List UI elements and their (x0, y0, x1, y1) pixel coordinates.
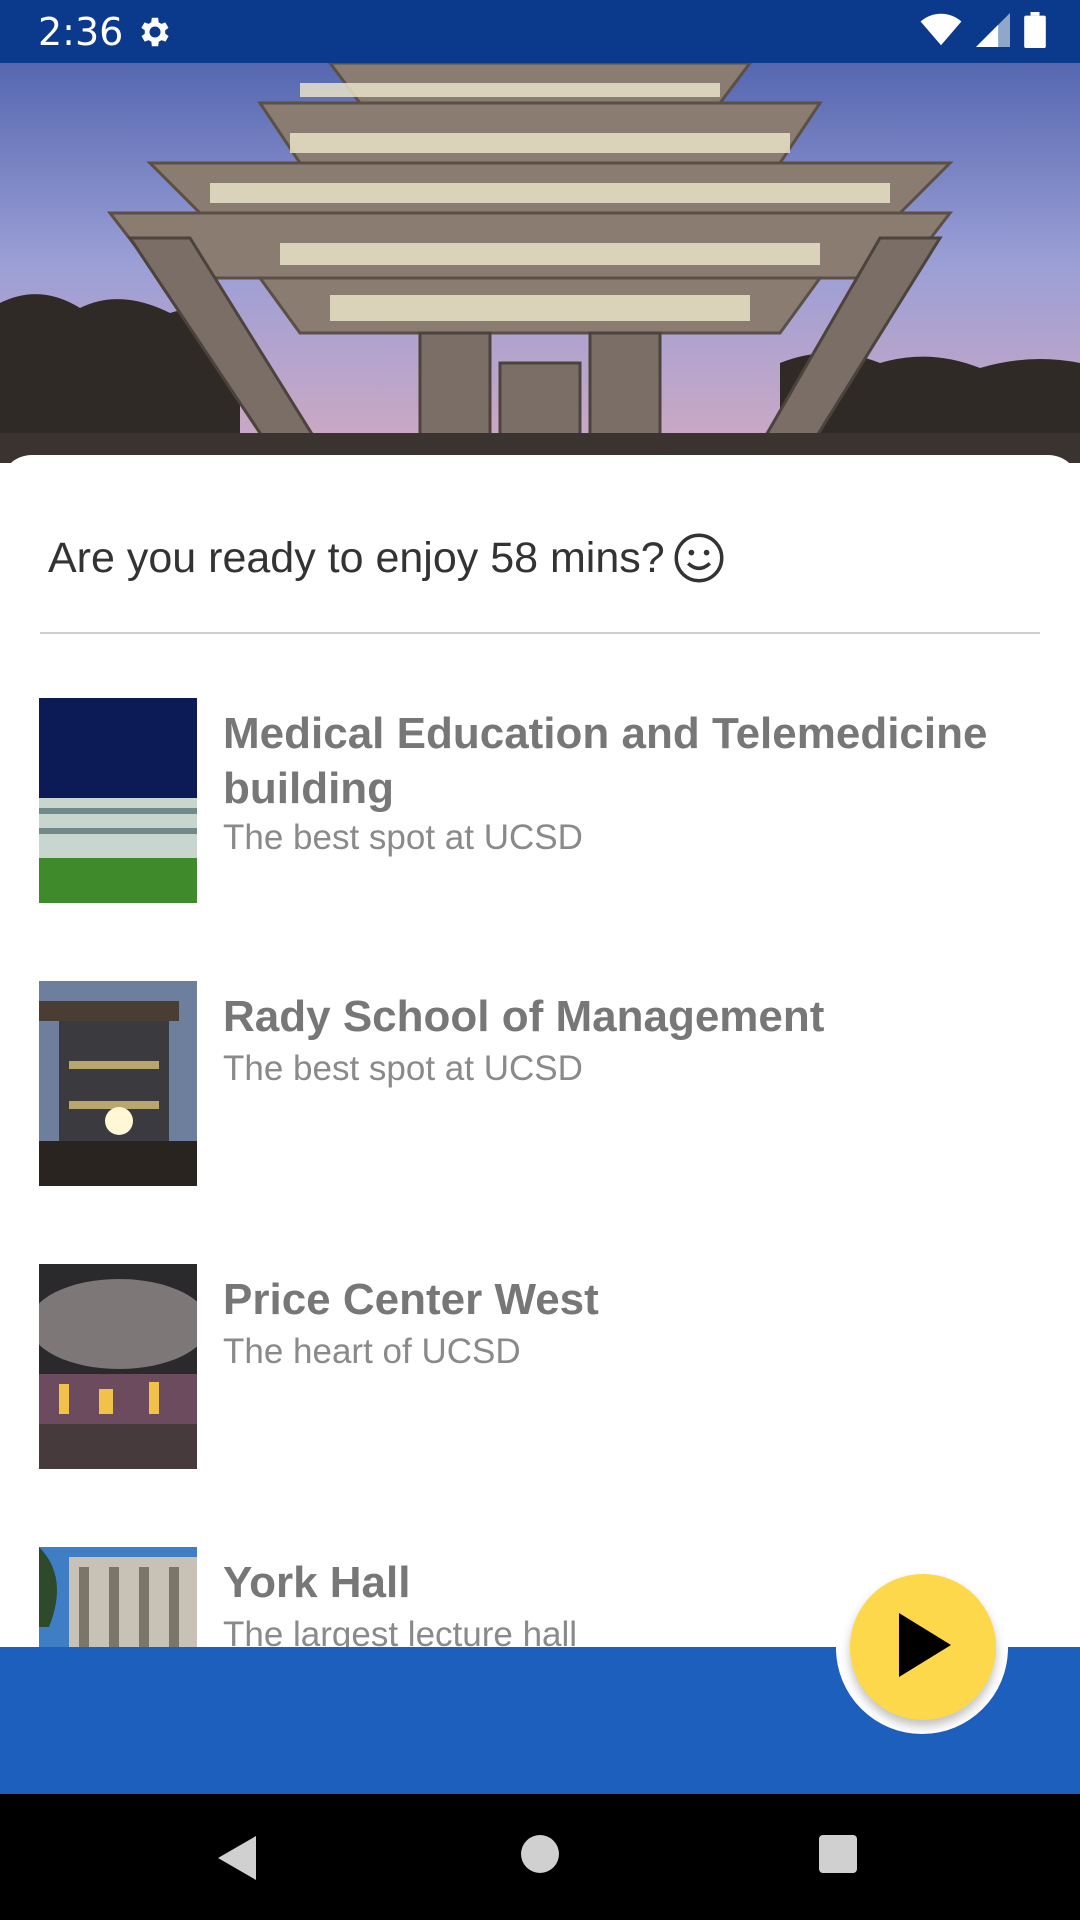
smiley-icon (673, 532, 725, 584)
play-icon (895, 1612, 951, 1682)
play-button[interactable] (850, 1574, 996, 1720)
recents-icon[interactable] (818, 1834, 858, 1879)
divider (40, 632, 1040, 634)
list-item[interactable]: Rady School of Management The best spot … (0, 981, 1080, 1191)
hero-image (0, 63, 1080, 463)
gear-icon (136, 13, 174, 51)
prompt-text: Are you ready to enjoy 58 mins? (48, 533, 665, 582)
place-title: Price Center West (223, 1275, 599, 1324)
status-bar: 2:36 (0, 0, 1080, 63)
medical-education-thumbnail (39, 698, 197, 903)
wifi-icon (920, 13, 962, 52)
back-icon[interactable] (216, 1834, 260, 1887)
place-title: Rady School of Management (223, 992, 825, 1041)
price-center-thumbnail (39, 1264, 197, 1469)
prompt-row: Are you ready to enjoy 58 mins? (48, 532, 725, 584)
place-subtitle: The best spot at UCSD (223, 1049, 583, 1088)
list-item[interactable]: Medical Education and Telemedicine build… (0, 698, 1080, 908)
battery-icon (1024, 12, 1046, 53)
place-subtitle: The heart of UCSD (223, 1332, 521, 1371)
navigation-bar (0, 1794, 1080, 1920)
list-item[interactable]: Price Center West The heart of UCSD (0, 1264, 1080, 1474)
place-title: Medical Education and Telemedicine build… (223, 709, 988, 813)
places-list: Medical Education and Telemedicine build… (0, 698, 1080, 1648)
place-subtitle: The best spot at UCSD (223, 818, 583, 857)
status-time: 2:36 (38, 10, 124, 54)
rady-school-thumbnail (39, 981, 197, 1186)
cell-signal-icon (976, 13, 1010, 52)
york-hall-thumbnail (39, 1547, 197, 1648)
home-icon[interactable] (520, 1834, 560, 1879)
place-subtitle: The largest lecture hall (223, 1615, 578, 1648)
